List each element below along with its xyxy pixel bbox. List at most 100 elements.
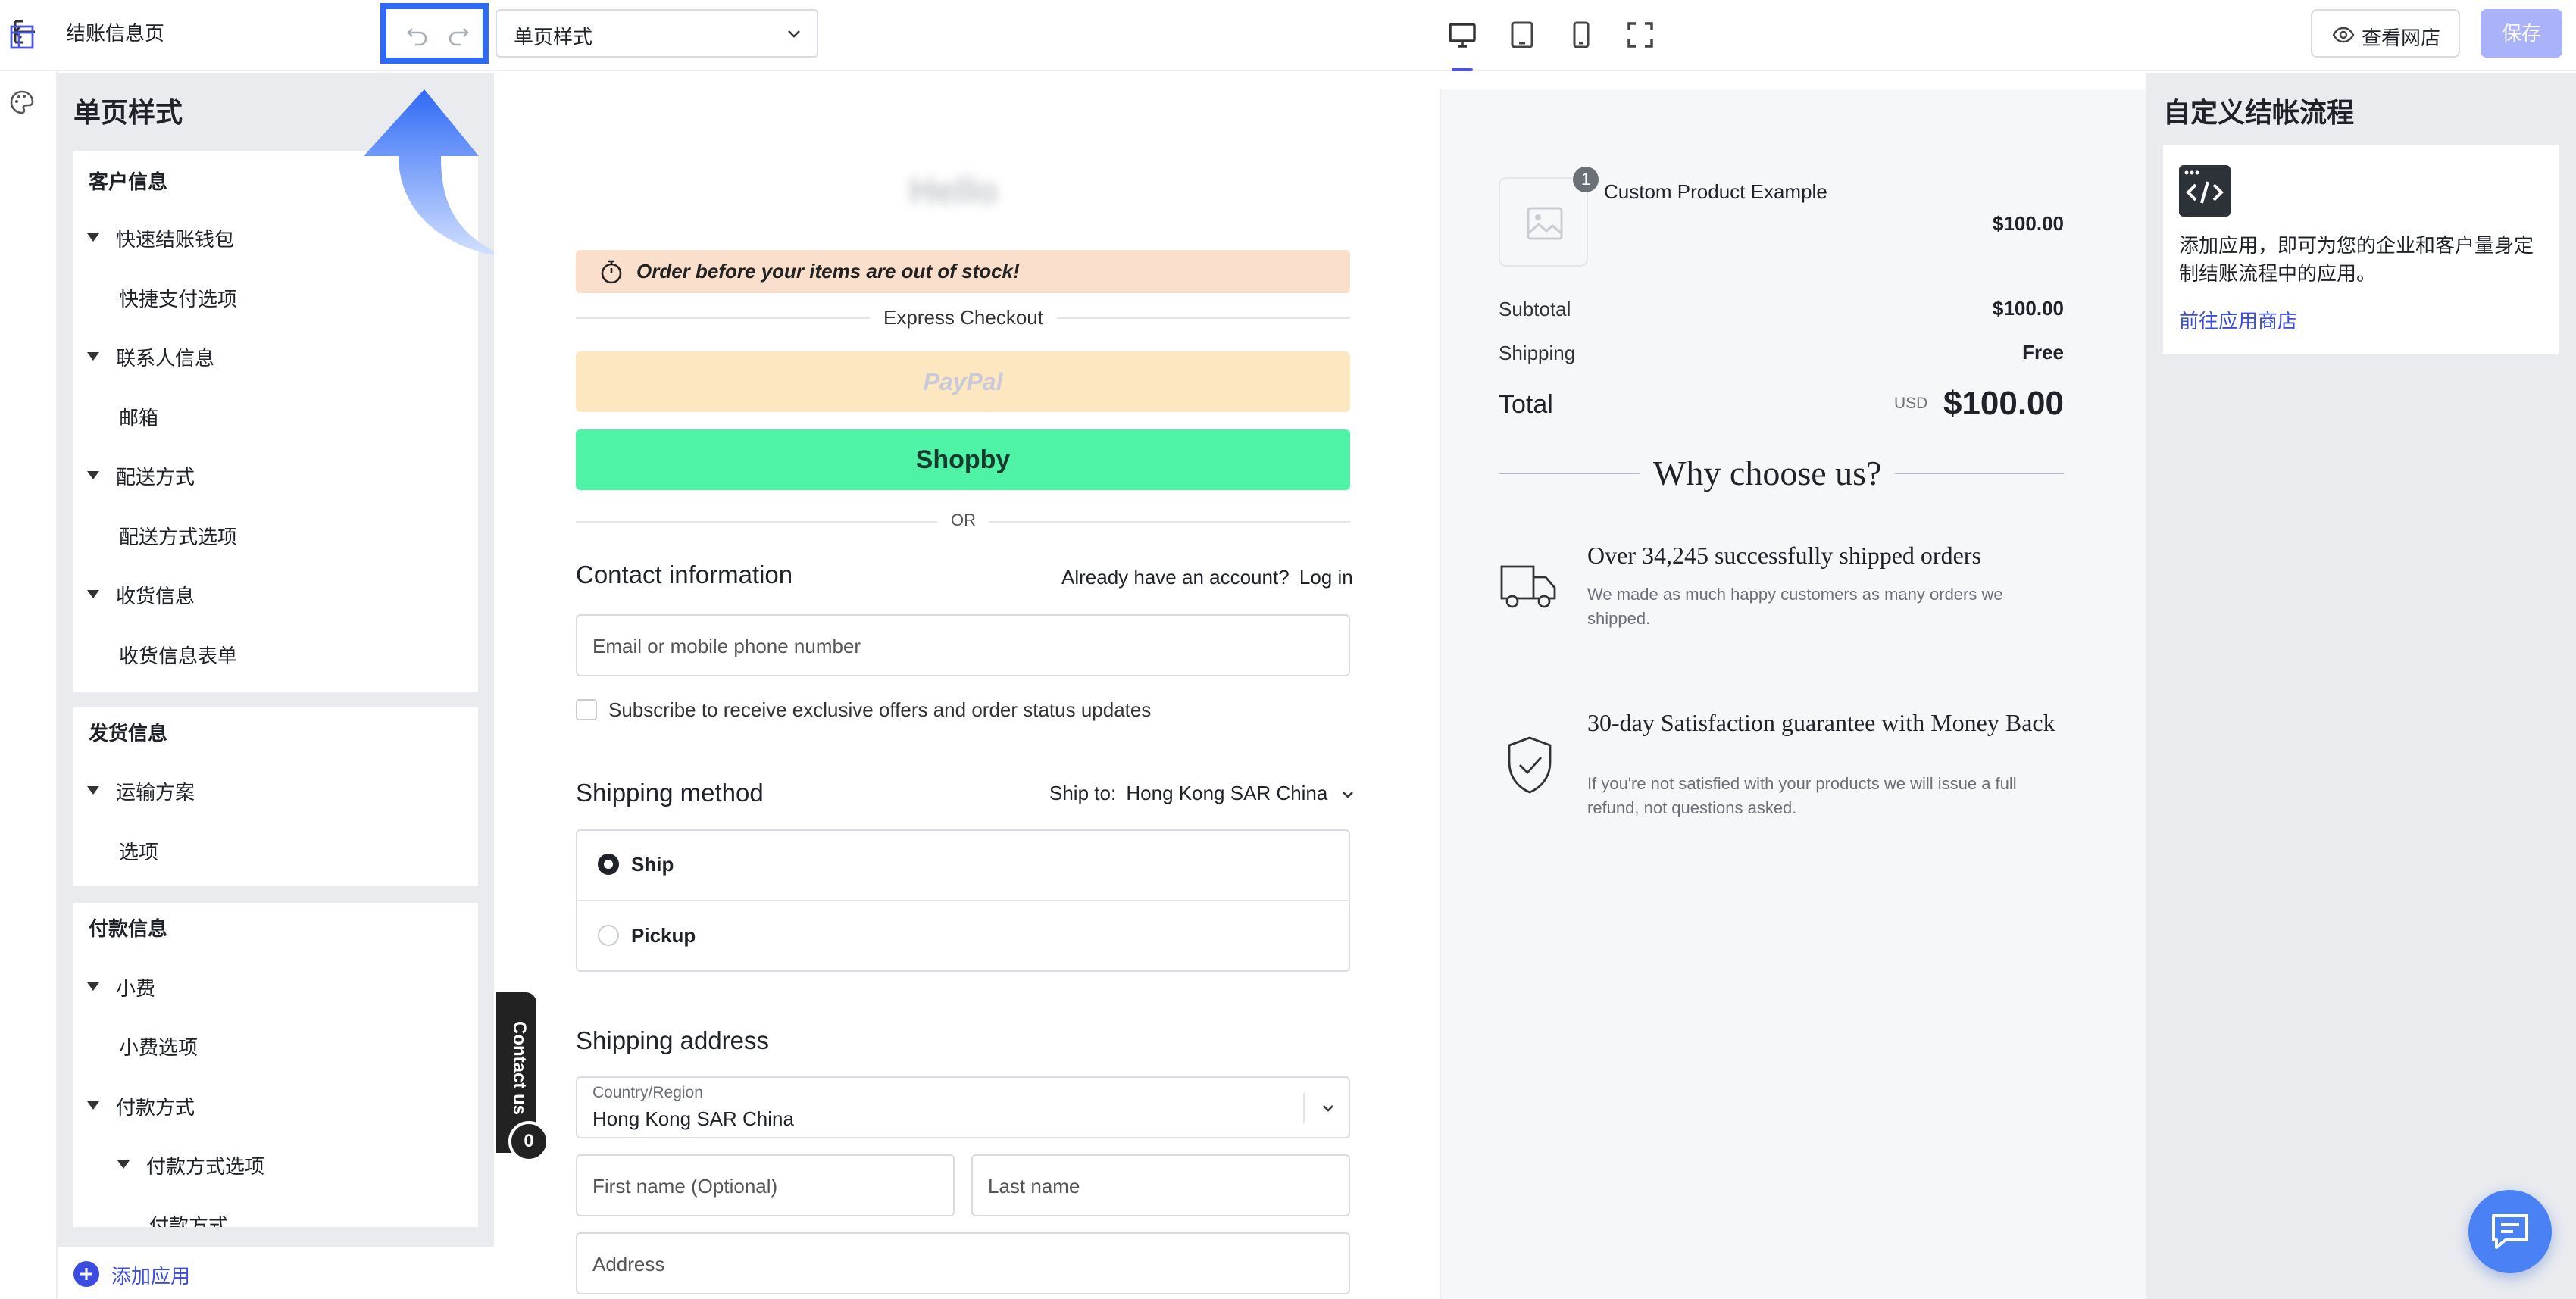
leaf-item[interactable]: 收货信息表单 xyxy=(119,641,237,669)
page-title: 结账信息页 xyxy=(66,22,165,45)
group-item[interactable]: 收货信息 xyxy=(87,581,195,609)
active-device-indicator xyxy=(1452,68,1473,71)
currency-code: USD xyxy=(1894,395,1928,412)
total-label: Total xyxy=(1499,390,1553,419)
email-placeholder: Email or mobile phone number xyxy=(592,635,861,657)
leaf-item[interactable]: 快捷支付选项 xyxy=(119,284,237,312)
address-field[interactable]: Address xyxy=(576,1232,1350,1294)
fullscreen-icon[interactable] xyxy=(1619,14,1662,56)
group-label: 付款方式选项 xyxy=(146,1155,265,1178)
ship-to-selector[interactable]: Ship to: Hong Kong SAR China xyxy=(1049,782,1355,805)
group-label: 付款方式 xyxy=(116,1096,195,1119)
mobile-icon[interactable] xyxy=(1560,14,1602,56)
already-text: Already have an account? xyxy=(1061,566,1290,589)
chevron-down-icon xyxy=(788,30,800,38)
quantity-badge: 1 xyxy=(1573,167,1599,192)
or-label: OR xyxy=(937,511,989,530)
leaf-item[interactable]: 选项 xyxy=(119,837,158,865)
contact-badge: 0 xyxy=(508,1121,549,1162)
caret-down-icon xyxy=(87,590,99,598)
group-item[interactable]: 快速结账钱包 xyxy=(87,224,235,252)
login-link[interactable]: Log in xyxy=(1299,566,1353,589)
shopby-button[interactable]: Shopby xyxy=(576,429,1350,490)
section-title: 发货信息 xyxy=(89,722,168,745)
layout-icon[interactable] xyxy=(9,24,35,50)
pickup-radio[interactable] xyxy=(598,925,619,946)
image-placeholder-icon xyxy=(1527,207,1563,240)
leaf-item[interactable]: 小费选项 xyxy=(119,1032,198,1060)
group-item[interactable]: 付款方式 xyxy=(87,1092,195,1120)
email-field[interactable]: Email or mobile phone number xyxy=(576,614,1350,676)
address-placeholder: Address xyxy=(592,1253,665,1276)
caret-down-icon xyxy=(87,471,99,479)
leaf-item[interactable]: 邮箱 xyxy=(119,403,158,431)
subgroup-item[interactable]: 付款方式选项 xyxy=(117,1151,265,1179)
last-name-field[interactable]: Last name xyxy=(971,1154,1350,1216)
country-region-select[interactable]: Country/Region Hong Kong SAR China xyxy=(576,1076,1350,1138)
divider xyxy=(577,900,1349,901)
shipping-value: Free xyxy=(2022,341,2064,364)
benefit-description: If you're not satisfied with your produc… xyxy=(1587,774,2017,817)
left-rail xyxy=(0,71,58,1299)
view-shop-button[interactable]: 查看网店 xyxy=(2311,9,2460,58)
group-item[interactable]: 运输方案 xyxy=(87,777,195,805)
total-value: $100.00 xyxy=(1943,385,2064,422)
section-title: 客户信息 xyxy=(89,170,168,193)
right-sidebar-title: 自定义结帐流程 xyxy=(2163,97,2355,128)
undo-redo-group xyxy=(380,3,489,64)
group-label: 小费 xyxy=(116,977,156,1000)
chevron-down-icon xyxy=(1342,792,1353,798)
first-name-placeholder: First name (Optional) xyxy=(592,1175,778,1198)
ship-to-label: Ship to: xyxy=(1049,782,1117,804)
custom-checkout-description: 添加应用，即可为您的企业和客户量身定制结账流程中的应用。 xyxy=(2179,234,2534,285)
store-logo: Hello xyxy=(909,171,999,211)
shield-check-icon xyxy=(1503,735,1556,795)
undo-icon[interactable] xyxy=(406,24,429,47)
group-label: 配送方式 xyxy=(116,466,195,489)
order-summary-panel xyxy=(1440,89,2146,1299)
paypal-button[interactable]: PayPal xyxy=(576,351,1350,412)
view-shop-label: 查看网店 xyxy=(2362,27,2441,49)
plus-circle-icon xyxy=(73,1261,99,1287)
chat-icon xyxy=(2492,1214,2528,1249)
app-store-link[interactable]: 前往应用商店 xyxy=(2179,306,2297,334)
group-label: 快速结账钱包 xyxy=(116,228,235,251)
caret-down-icon xyxy=(117,1160,130,1169)
country-label: Country/Region xyxy=(592,1084,703,1101)
group-label: 联系人信息 xyxy=(116,347,215,370)
subtotal-value: $100.00 xyxy=(1993,297,2064,320)
group-item[interactable]: 联系人信息 xyxy=(87,343,215,371)
contact-us-label: Contact us xyxy=(509,1021,530,1116)
tablet-icon[interactable] xyxy=(1501,14,1543,56)
chat-button[interactable] xyxy=(2468,1190,2552,1273)
leaf-item[interactable]: 配送方式选项 xyxy=(119,522,237,550)
shipping-label: Shipping xyxy=(1499,342,1576,364)
section-card-payment: 付款信息 小费 小费选项 付款方式 付款方式选项 付款方式 xyxy=(73,903,478,1227)
express-checkout-label: Express Checkout xyxy=(870,306,1057,329)
group-label: 运输方案 xyxy=(116,781,195,804)
subscribe-checkbox[interactable] xyxy=(576,699,597,720)
first-name-field[interactable]: First name (Optional) xyxy=(576,1154,955,1216)
eye-icon xyxy=(2332,27,2355,43)
ship-radio[interactable] xyxy=(598,854,619,875)
add-app-label: 添加应用 xyxy=(111,1265,191,1288)
code-icon xyxy=(2179,165,2231,217)
why-choose-title: Why choose us? xyxy=(1640,453,1896,494)
group-item[interactable]: 小费 xyxy=(87,973,156,1001)
page-style-select[interactable]: 单页样式 xyxy=(496,9,818,58)
pickup-option-label: Pickup xyxy=(631,924,696,947)
benefit-title: Over 34,245 successfully shipped orders xyxy=(1587,542,1981,569)
caret-down-icon xyxy=(87,233,99,242)
palette-icon[interactable] xyxy=(9,89,35,115)
save-button[interactable]: 保存 xyxy=(2481,9,2562,58)
group-item[interactable]: 配送方式 xyxy=(87,462,195,490)
leaf-item[interactable]: 付款方式 xyxy=(149,1210,228,1227)
account-prompt: Already have an account? Log in xyxy=(1061,566,1353,589)
desktop-icon[interactable] xyxy=(1441,14,1483,56)
caret-down-icon xyxy=(87,1101,99,1110)
country-value: Hong Kong SAR China xyxy=(592,1107,794,1130)
contact-information-title: Contact information xyxy=(576,561,793,589)
redo-icon[interactable] xyxy=(447,24,470,47)
chevron-down-icon xyxy=(1323,1105,1333,1112)
product-thumbnail xyxy=(1499,177,1588,267)
